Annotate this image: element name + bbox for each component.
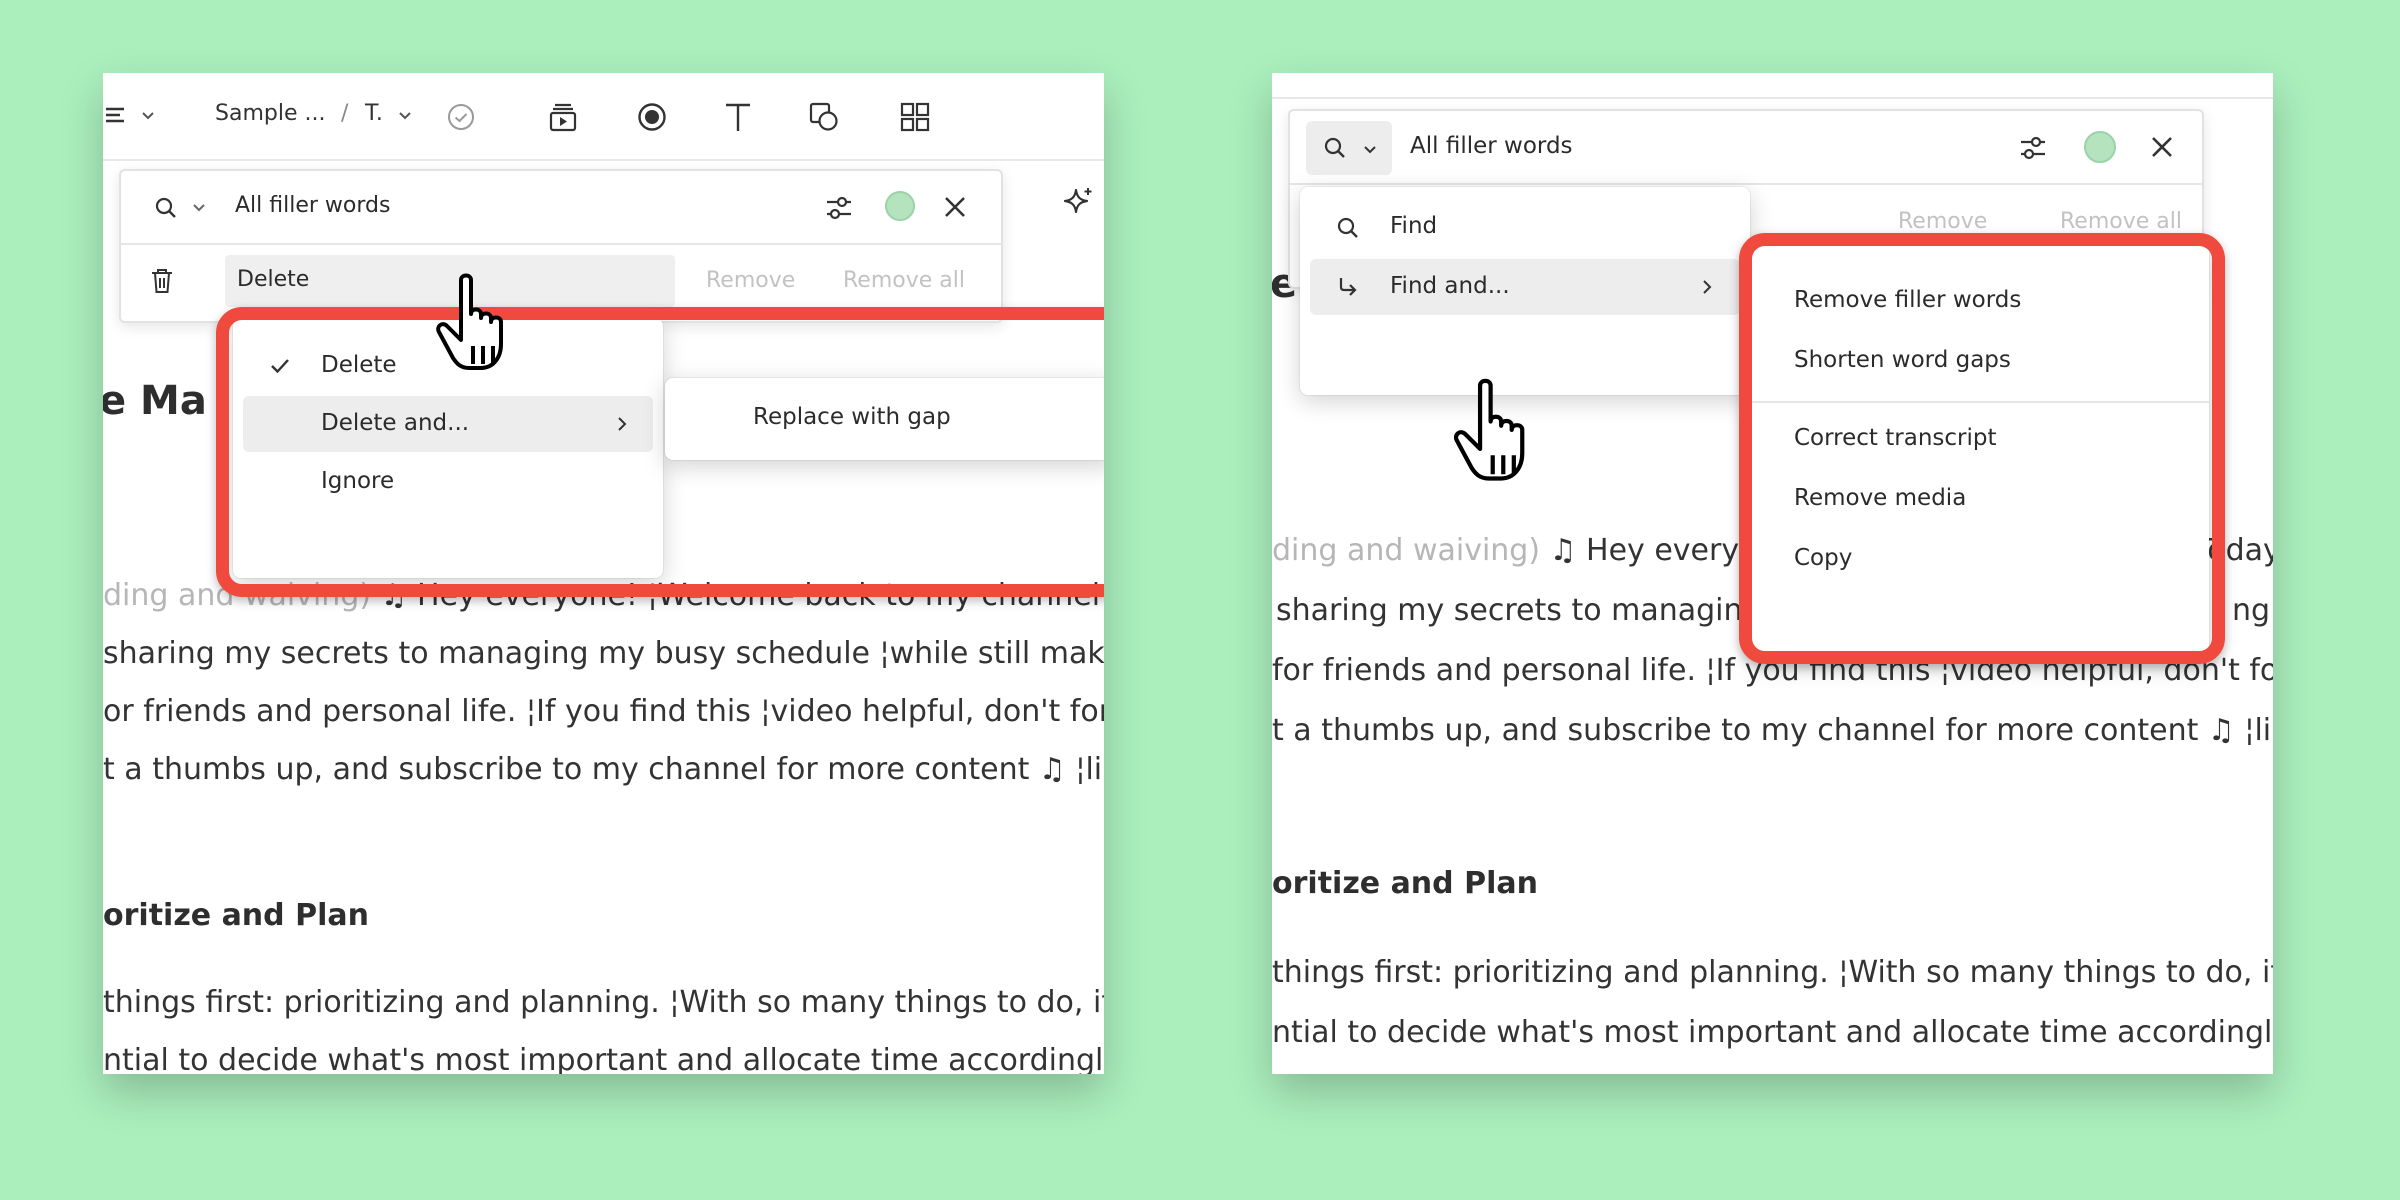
hand-cursor-icon <box>1450 373 1546 489</box>
search-mode-button[interactable] <box>1306 121 1392 175</box>
transcript-line[interactable]: t a thumbs up, and subscribe to my chann… <box>103 752 1104 787</box>
divider <box>1290 183 2202 185</box>
transcript-line[interactable]: sharing my secrets to managing my busy s… <box>103 636 1104 671</box>
breadcrumb-document[interactable]: T. <box>365 101 383 126</box>
menu-item-find[interactable]: Find <box>1310 199 1740 255</box>
transcript-text-end: ng <box>2232 593 2271 628</box>
search-query[interactable]: All filler words <box>235 193 390 218</box>
chevron-down-icon[interactable] <box>396 107 414 125</box>
trash-icon[interactable] <box>149 266 175 296</box>
list-icon[interactable] <box>103 101 129 131</box>
search-query[interactable]: All filler words <box>1410 133 1573 159</box>
transcript-line[interactable]: sharing my secrets to managing r <box>1276 593 1783 628</box>
remove-button[interactable]: Remove <box>1898 209 1987 234</box>
right-screenshot-panel: e ding and waiving) ♫ Hey everyone Today… <box>1272 73 2273 1074</box>
section-heading: oritize and Plan <box>103 898 369 933</box>
hand-cursor-icon <box>433 268 523 378</box>
chevron-down-icon[interactable] <box>191 201 207 215</box>
text-icon[interactable] <box>722 100 754 134</box>
transcript-line[interactable]: t a thumbs up, and subscribe to my chann… <box>1272 713 2273 748</box>
section-heading: oritize and Plan <box>1272 866 1538 901</box>
transcript-line[interactable]: or friends and personal life. ¦If you fi… <box>103 694 1104 729</box>
highlight-outline <box>1739 233 2225 664</box>
left-screenshot-panel: e Ma ding and waiving) ♫ Hey everyone! ¦… <box>103 73 1104 1074</box>
search-icon <box>1336 216 1360 240</box>
transcript-line[interactable]: ntial to decide what's most important an… <box>103 1043 1104 1074</box>
sliders-icon[interactable] <box>824 193 854 223</box>
breadcrumb-separator: / <box>341 101 349 126</box>
highlight-outline <box>216 307 1104 597</box>
search-icon[interactable] <box>153 195 179 221</box>
remove-all-button[interactable]: Remove all <box>843 268 965 293</box>
record-icon[interactable] <box>636 101 668 133</box>
menu-item-find-and[interactable]: Find and... <box>1310 259 1740 315</box>
return-arrow-icon <box>1336 275 1360 299</box>
sliders-icon[interactable] <box>2018 133 2048 163</box>
breadcrumb-project[interactable]: Sample ... <box>215 101 325 126</box>
document-heading: e Ma <box>103 378 207 424</box>
chevron-down-icon[interactable] <box>139 107 157 125</box>
transcript-line[interactable]: ding and waiving) ♫ Hey everyone <box>1272 533 1795 568</box>
check-circle-icon[interactable] <box>446 102 476 132</box>
status-dot <box>885 191 915 221</box>
remove-all-button[interactable]: Remove all <box>2060 209 2182 234</box>
grid-icon[interactable] <box>898 100 932 134</box>
status-dot <box>2084 131 2116 163</box>
close-icon[interactable] <box>941 193 969 221</box>
play-slides-icon[interactable] <box>546 100 580 134</box>
chevron-down-icon <box>1362 143 1378 157</box>
transcript-line[interactable]: ntial to decide what's most important an… <box>1272 1015 2273 1050</box>
menu-item-label: Find <box>1390 213 1438 239</box>
remove-button[interactable]: Remove <box>706 268 795 293</box>
filler-word-search-bar: All filler words Delete Remove Remove al… <box>119 169 1003 323</box>
divider <box>121 243 1001 245</box>
action-select-value: Delete <box>237 267 310 292</box>
chevron-right-icon <box>1700 277 1714 297</box>
search-mode-menu: Find Find and... <box>1300 187 1750 395</box>
shapes-icon[interactable] <box>807 100 841 134</box>
faded-filler-text: ding and waiving) <box>1272 533 1541 568</box>
menu-item-label: Find and... <box>1390 273 1510 299</box>
transcript-line[interactable]: things first: prioritizing and planning.… <box>103 985 1104 1020</box>
close-icon[interactable] <box>2148 133 2176 161</box>
top-toolbar: Sample ... / T. <box>103 73 1104 161</box>
divider <box>1272 97 2273 99</box>
transcript-line[interactable]: things first: prioritizing and planning.… <box>1272 955 2273 990</box>
search-icon <box>1322 135 1348 161</box>
sparkle-icon[interactable] <box>1060 185 1096 221</box>
